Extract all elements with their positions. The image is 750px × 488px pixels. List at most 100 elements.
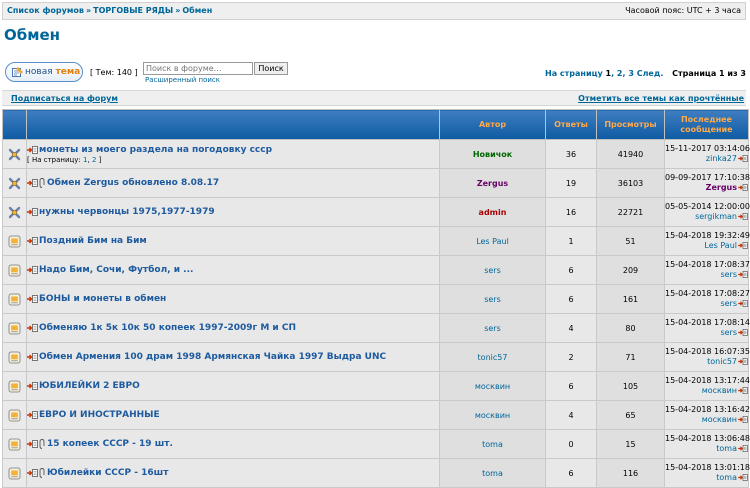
newest-post-icon: [27, 411, 38, 419]
goto-last-post-icon[interactable]: [738, 358, 748, 365]
mark-topics-read-link[interactable]: Отметить все темы как прочтённые: [578, 94, 744, 103]
last-post-author: zinka27: [665, 154, 748, 164]
topic-replies: 0: [545, 429, 597, 459]
pagination-page-2[interactable]: 2: [617, 69, 623, 78]
topic-title-link[interactable]: БОНЫ и монеты в обмен: [39, 294, 166, 304]
topic-author-link[interactable]: toma: [482, 440, 503, 449]
new-topic-icon: [12, 67, 23, 77]
last-post-author-link[interactable]: sers: [720, 270, 737, 279]
topic-author-link[interactable]: москвин: [475, 411, 510, 420]
last-post-author: sergikman: [665, 212, 748, 222]
goto-last-post-icon[interactable]: [738, 329, 748, 336]
last-post-date: 15-04-2018 16:07:35: [665, 347, 750, 356]
goto-last-post-icon[interactable]: [738, 387, 748, 394]
topic-icon-cell: [2, 226, 27, 256]
topic-pagination-label: [ На страницу:: [27, 155, 81, 164]
topic-title-link[interactable]: ЮБИЛЕЙКИ 2 ЕВРО: [39, 381, 140, 391]
last-post-author: tonic57: [665, 357, 748, 367]
goto-last-post-icon[interactable]: [738, 416, 748, 423]
last-post-date: 15-11-2017 03:14:06: [665, 144, 750, 153]
pagination-page-3[interactable]: 3: [628, 69, 634, 78]
topic-views: 105: [596, 371, 665, 401]
topic-pagination-suffix: ]: [98, 155, 102, 164]
breadcrumb-category[interactable]: ТОРГОВЫЕ РЯДЫ: [93, 6, 173, 15]
goto-last-post-icon[interactable]: [738, 300, 748, 307]
topic-title-cell: 15 копеек СССР - 19 шт.: [26, 429, 440, 459]
topic-author-link[interactable]: Zergus: [477, 179, 508, 188]
topic-title-link[interactable]: Юбилейки СССР - 16шт: [47, 468, 168, 478]
topic-icon: [8, 322, 21, 334]
topic-author-link[interactable]: Новичок: [473, 150, 512, 159]
topic-title-link[interactable]: Надо Бим, Сочи, Футбол, и ...: [39, 265, 193, 275]
last-post-author-link[interactable]: sergikman: [695, 212, 737, 221]
topic-title-link[interactable]: Обменяю 1к 5к 10к 50 копеек 1997-2009г М…: [39, 323, 296, 333]
topic-author-link[interactable]: Les Paul: [476, 237, 509, 246]
last-post-author-link[interactable]: sers: [720, 328, 737, 337]
advanced-search-link[interactable]: Расширенный поиск: [145, 76, 220, 84]
topic-author-link[interactable]: sers: [484, 324, 501, 333]
goto-last-post-icon[interactable]: [738, 445, 748, 452]
topic-icon-cell: [2, 313, 27, 343]
new-topic-label: новая тема: [25, 67, 80, 77]
topic-title-link[interactable]: 15 копеек СССР - 19 шт.: [47, 439, 173, 449]
goto-last-post-icon[interactable]: [738, 184, 748, 191]
pagination-next-link[interactable]: След.: [637, 69, 664, 78]
goto-last-post-icon[interactable]: [738, 213, 748, 220]
topic-author-link[interactable]: admin: [479, 208, 507, 217]
topic-author-link[interactable]: sers: [484, 295, 501, 304]
topics-header-row: Автор Ответы Просмотры Последнее сообщен…: [2, 109, 749, 140]
goto-last-post-icon[interactable]: [738, 271, 748, 278]
topic-row: монеты из моего раздела на погодовку ссс…: [2, 139, 750, 169]
topic-title-link[interactable]: Обмен Армения 100 драм 1998 Армянская Ча…: [39, 352, 386, 362]
topic-title-link[interactable]: монеты из моего раздела на погодовку ссс…: [39, 145, 272, 155]
topic-views: 71: [596, 342, 665, 372]
last-post-date: 15-04-2018 13:01:18: [665, 463, 750, 472]
topic-title-cell: Обмен Армения 100 драм 1998 Армянская Ча…: [26, 342, 440, 372]
last-post-author-link[interactable]: sers: [720, 299, 737, 308]
topic-title-link[interactable]: ЕВРО И ИНОСТРАННЫЕ: [39, 410, 160, 420]
topic-author-cell: Zergus: [439, 168, 546, 198]
goto-last-post-icon[interactable]: [738, 242, 748, 249]
breadcrumb-forum-index[interactable]: Список форумов: [7, 6, 84, 15]
topic-last-post-cell: 09-09-2017 17:10:38 Zergus: [664, 168, 750, 198]
last-post-author-link[interactable]: москвин: [702, 386, 737, 395]
topic-icon-cell: [2, 458, 27, 488]
topic-replies: 6: [545, 458, 597, 488]
last-post-author: toma: [665, 444, 748, 454]
forum-search-input[interactable]: [143, 62, 253, 75]
newest-post-icon: [27, 324, 38, 332]
last-post-author: москвин: [665, 415, 748, 425]
topic-title-link[interactable]: Обмен Zergus обновлено 8.08.17: [47, 178, 219, 188]
newest-post-icon: [27, 295, 38, 303]
last-post-author-link[interactable]: tonic57: [707, 357, 737, 366]
new-topic-button[interactable]: новая тема: [5, 62, 83, 82]
topic-title-link[interactable]: нужны червонцы 1975,1977-1979: [39, 207, 215, 217]
last-post-author: Zergus: [665, 183, 748, 193]
newest-post-icon: [27, 353, 38, 361]
topic-replies: 19: [545, 168, 597, 198]
topic-icon-cell: [2, 255, 27, 285]
search-button[interactable]: Поиск: [254, 62, 288, 75]
topic-author-link[interactable]: toma: [482, 469, 503, 478]
topic-title-cell: монеты из моего раздела на погодовку ссс…: [26, 139, 440, 169]
last-post-author-link[interactable]: москвин: [702, 415, 737, 424]
topic-page-link[interactable]: 1: [83, 156, 87, 164]
topic-author-cell: Les Paul: [439, 226, 546, 256]
breadcrumb-current-forum[interactable]: Обмен: [182, 6, 212, 15]
subscribe-forum-link[interactable]: Подписаться на форум: [11, 94, 118, 103]
breadcrumb-separator: »: [85, 6, 92, 15]
last-post-author-link[interactable]: Zergus: [706, 183, 737, 192]
topic-page-link[interactable]: 2: [92, 156, 96, 164]
last-post-author-link[interactable]: toma: [716, 444, 737, 453]
topic-title-link[interactable]: Поздний Бим на Бим: [39, 236, 147, 246]
last-post-author: sers: [665, 299, 748, 309]
topic-author-link[interactable]: tonic57: [478, 353, 508, 362]
last-post-author-link[interactable]: toma: [716, 473, 737, 482]
topic-author-link[interactable]: москвин: [475, 382, 510, 391]
last-post-author-link[interactable]: Les Paul: [704, 241, 737, 250]
goto-last-post-icon[interactable]: [738, 155, 748, 162]
topic-author-link[interactable]: sers: [484, 266, 501, 275]
newest-post-icon: [27, 179, 38, 187]
header-replies: Ответы: [545, 109, 597, 140]
last-post-author-link[interactable]: zinka27: [706, 154, 737, 163]
